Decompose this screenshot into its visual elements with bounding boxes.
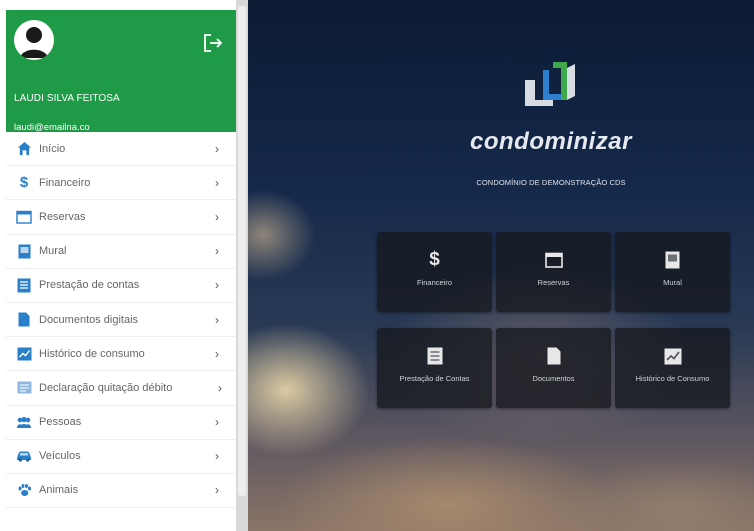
- sidebar-item-label: Pessoas: [39, 416, 82, 429]
- tile-reservas[interactable]: Reservas: [496, 232, 611, 312]
- board-icon: [665, 249, 680, 271]
- dollar-icon: $: [429, 249, 440, 270]
- tile-label: Financeiro: [416, 278, 453, 287]
- chart-icon: [664, 345, 682, 367]
- car-icon: [15, 447, 33, 465]
- sidebar-menu: Início › $ Financeiro › Reservas › Mural…: [6, 132, 236, 509]
- tile-label: Reservas: [537, 278, 570, 287]
- sidebar-item-label: Reservas: [39, 210, 86, 223]
- paw-icon: [15, 481, 33, 499]
- sidebar-item-label: Financeiro: [39, 176, 91, 189]
- sidebar-item-financeiro[interactable]: $ Financeiro ›: [6, 166, 236, 201]
- sidebar-item-label: Veículos: [39, 450, 81, 463]
- sidebar-item-label: Mural: [39, 245, 67, 258]
- user-profile-header: LAUDI SILVA FEITOSA laudi@emailna.co: [6, 10, 236, 133]
- sidebar-item-label: Animais: [39, 484, 79, 497]
- home-icon: [15, 140, 33, 158]
- sidebar-item-pessoas[interactable]: Pessoas ›: [6, 406, 236, 440]
- sidebar-item-inicio[interactable]: Início ›: [6, 132, 236, 167]
- condominizar-logo-icon: [523, 60, 579, 114]
- tile-label: Histórico de Consumo: [635, 374, 710, 383]
- sidebar-item-prestacao-de-contas[interactable]: Prestação de contas ›: [6, 269, 236, 303]
- chevron-right-icon: ›: [215, 449, 219, 464]
- people-icon: [15, 413, 33, 431]
- document-icon: [547, 345, 561, 367]
- chevron-right-icon: ›: [215, 141, 219, 156]
- chevron-right-icon: ›: [215, 175, 219, 190]
- chevron-right-icon: ›: [215, 415, 219, 430]
- brand-name: condominizar: [469, 128, 632, 155]
- sidebar-item-label: Histórico de consumo: [39, 347, 145, 360]
- ledger-icon: [15, 276, 33, 294]
- chevron-right-icon: ›: [215, 209, 219, 224]
- sidebar-item-label: Declaração quitação débito: [39, 381, 173, 394]
- sidebar-item-declaracao-quitacao-debito[interactable]: Declaração quitação débito ›: [6, 371, 236, 406]
- sidebar-item-mural[interactable]: Mural ›: [6, 235, 236, 269]
- calendar-icon: [544, 249, 563, 271]
- sidebar-item-veiculos[interactable]: Veículos ›: [6, 440, 236, 474]
- tile-historico-de-consumo[interactable]: Histórico de Consumo: [615, 328, 730, 408]
- sidebar-drawer: LAUDI SILVA FEITOSA laudi@emailna.co Iní…: [0, 0, 236, 531]
- ledger-icon: [427, 345, 443, 367]
- tile-label: Prestação de Contas: [399, 374, 470, 383]
- chevron-right-icon: ›: [215, 346, 219, 361]
- sidebar-scrollbar[interactable]: [236, 0, 248, 531]
- calendar-icon: [15, 208, 33, 226]
- tile-label: Documentos: [532, 374, 575, 383]
- user-name: LAUDI SILVA FEITOSA: [14, 93, 120, 104]
- sidebar-item-animais[interactable]: Animais ›: [6, 474, 236, 509]
- scrollbar-thumb[interactable]: [238, 6, 246, 496]
- chevron-right-icon: ›: [215, 312, 219, 327]
- sidebar-item-label: Prestação de contas: [39, 279, 140, 292]
- avatar-icon[interactable]: [14, 20, 54, 60]
- sidebar-item-label: Documentos digitais: [39, 313, 139, 326]
- dashboard-main: condominizar CONDOMÍNIO DE DEMONSTRAÇÃO …: [248, 0, 754, 531]
- chevron-right-icon: ›: [215, 483, 219, 498]
- condominium-name: CONDOMÍNIO DE DEMONSTRAÇÃO CDS: [476, 178, 626, 187]
- sidebar-item-documentos-digitais[interactable]: Documentos digitais ›: [6, 303, 236, 338]
- tile-financeiro[interactable]: $ Financeiro: [377, 232, 492, 312]
- chevron-right-icon: ›: [218, 380, 222, 395]
- tile-documentos[interactable]: Documentos: [496, 328, 611, 408]
- dollar-icon: $: [19, 174, 29, 192]
- sidebar-item-reservas[interactable]: Reservas ›: [6, 200, 236, 235]
- tile-label: Mural: [663, 278, 682, 287]
- document-icon: [15, 311, 33, 329]
- chevron-right-icon: ›: [215, 244, 219, 259]
- tile-mural[interactable]: Mural: [615, 232, 730, 312]
- tile-prestacao-de-contas[interactable]: Prestação de Contas: [377, 328, 492, 408]
- board-icon: [15, 242, 33, 260]
- chevron-right-icon: ›: [215, 278, 219, 293]
- logout-icon[interactable]: [202, 32, 224, 54]
- sidebar-item-historico-de-consumo[interactable]: Histórico de consumo ›: [6, 337, 236, 372]
- sidebar-item-label: Início: [39, 142, 66, 155]
- certificate-icon: [15, 379, 33, 397]
- chart-icon: [15, 345, 33, 363]
